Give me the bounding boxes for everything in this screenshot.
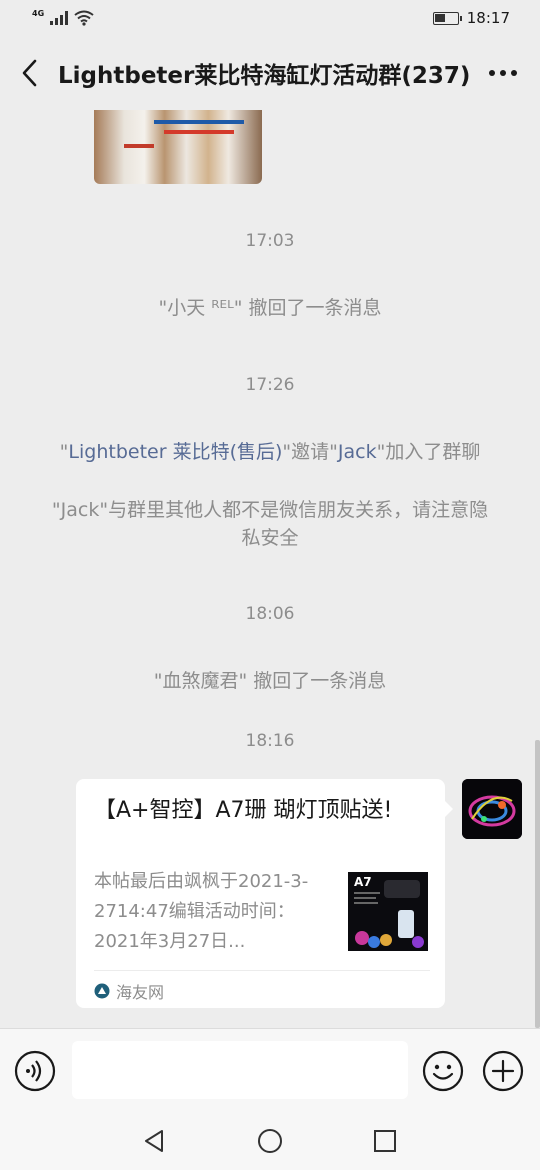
image-message[interactable] xyxy=(94,110,262,184)
title-bar: Lightbeter莱比特海缸灯活动群(237) xyxy=(0,36,540,110)
page-title: Lightbeter莱比特海缸灯活动群(237) xyxy=(58,63,471,89)
timestamp: 18:06 xyxy=(245,604,295,624)
nav-recents-button[interactable] xyxy=(370,1126,400,1156)
message-input[interactable] xyxy=(72,1041,408,1099)
more-dots-icon xyxy=(489,70,517,76)
signal-icon xyxy=(50,11,69,25)
nav-back-button[interactable] xyxy=(140,1126,170,1156)
card-source: 海友网 xyxy=(94,979,164,1003)
timestamp: 18:16 xyxy=(245,731,295,751)
square-recents-icon xyxy=(374,1130,396,1152)
invitee-link[interactable]: Jack xyxy=(338,441,377,463)
recall-notice: "血煞魔君" 撤回了一条消息 xyxy=(153,670,387,692)
chat-area[interactable]: 17:03 "小天 ᴿᴱᴸ" 撤回了一条消息 17:26 "Lightbeter… xyxy=(0,110,540,1028)
clock: 18:17 xyxy=(466,9,510,27)
card-description: 本帖最后由飒枫于2021-3-2714:47编辑活动时间：2021年3月27日.… xyxy=(94,871,309,952)
more-button[interactable] xyxy=(478,36,528,110)
inviter-link[interactable]: Lightbeter 莱比特(售后) xyxy=(68,441,282,463)
battery-icon xyxy=(432,11,462,25)
invite-notice: "Lightbeter 莱比特(售后)"邀请"Jack"加入了群聊 xyxy=(0,438,540,466)
voice-icon xyxy=(14,1050,56,1092)
scrollbar[interactable] xyxy=(535,740,540,1028)
plus-button[interactable] xyxy=(482,1050,524,1092)
timestamp: 17:26 xyxy=(245,375,295,395)
system-nav-bar xyxy=(0,1110,540,1170)
emoji-icon xyxy=(422,1050,464,1092)
emoji-button[interactable] xyxy=(422,1050,464,1092)
link-card-message[interactable]: 【A+智控】A7珊 瑚灯顶贴送! 本帖最后由飒枫于2021-3-2714:47编… xyxy=(76,779,453,1008)
recall-notice: "小天 ᴿᴱᴸ" 撤回了一条消息 xyxy=(158,297,382,319)
timestamp: 17:03 xyxy=(245,231,295,251)
wifi-icon xyxy=(74,10,94,26)
network-type: 4G xyxy=(32,8,45,18)
circle-home-icon xyxy=(258,1129,282,1153)
avatar[interactable] xyxy=(462,779,522,839)
privacy-notice: "Jack"与群里其他人都不是微信朋友关系，请注意隐私安全 xyxy=(51,499,489,549)
invite-suffix: "加入了群聊 xyxy=(376,441,481,463)
nav-home-button[interactable] xyxy=(255,1126,285,1156)
card-divider xyxy=(94,970,430,971)
invite-verb: "邀请" xyxy=(282,441,338,463)
triangle-back-icon xyxy=(145,1130,163,1152)
status-bar: 4G 18:17 xyxy=(0,0,540,36)
plus-icon xyxy=(482,1050,524,1092)
back-button[interactable] xyxy=(0,36,58,110)
input-bar xyxy=(0,1028,540,1110)
source-logo-icon xyxy=(94,983,110,999)
card-thumbnail: A7 xyxy=(348,872,428,951)
thumb-label: A7 xyxy=(354,875,372,889)
chevron-left-icon xyxy=(22,59,37,87)
card-title: 【A+智控】A7珊 瑚灯顶贴送! xyxy=(94,798,393,823)
voice-button[interactable] xyxy=(14,1050,56,1092)
card-source-name: 海友网 xyxy=(116,983,165,1002)
